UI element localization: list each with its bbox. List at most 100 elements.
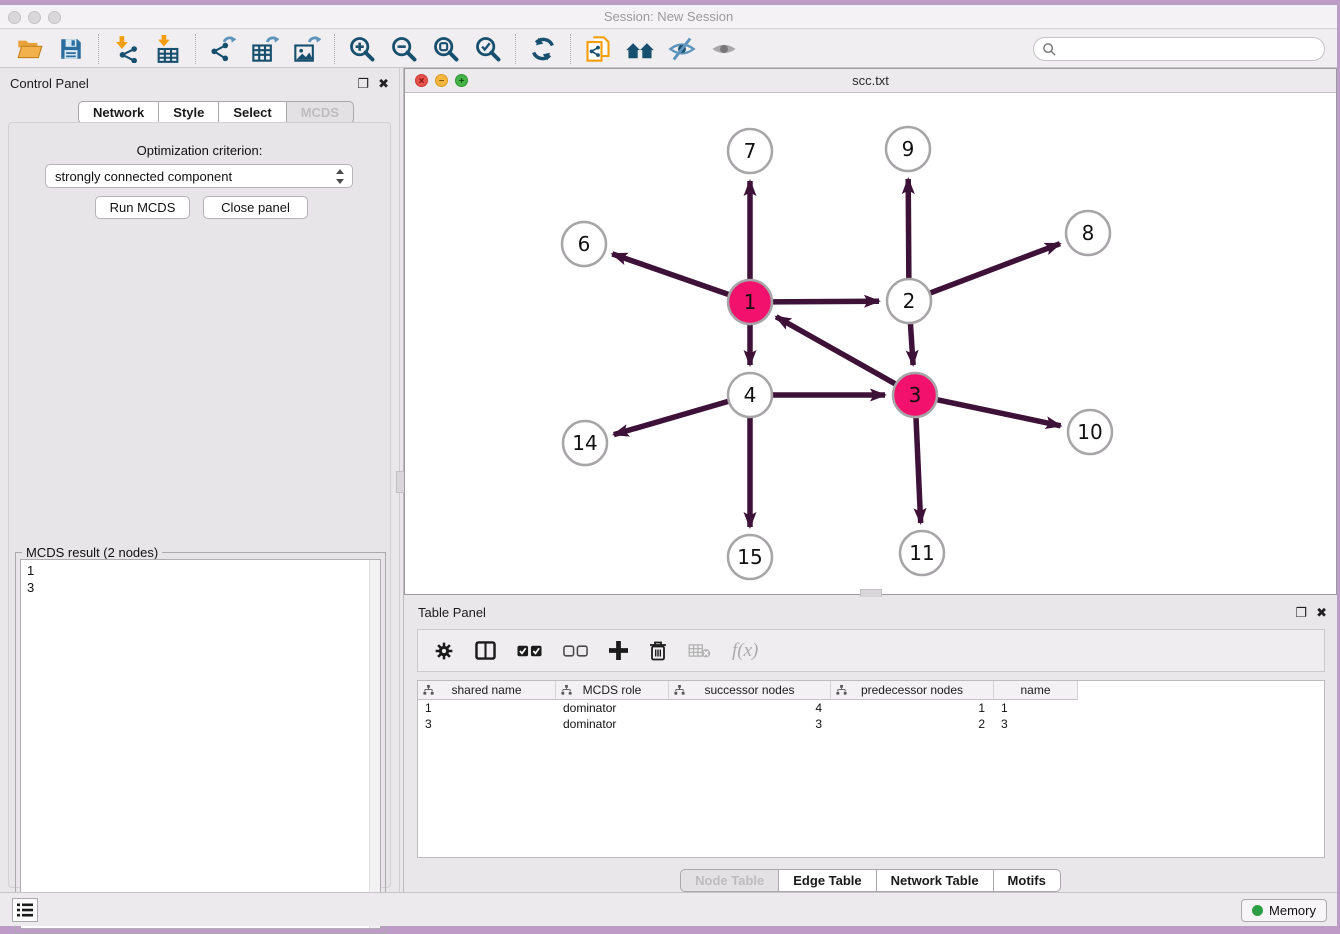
- table-settings-button[interactable]: [434, 641, 454, 661]
- refresh-icon: [529, 35, 557, 63]
- import-network-button[interactable]: [105, 32, 147, 66]
- graph-edge-2-3[interactable]: [910, 321, 913, 365]
- graph-edge-2-9[interactable]: [908, 179, 909, 281]
- table-cell[interactable]: 1: [418, 700, 556, 716]
- save-session-button[interactable]: [50, 32, 92, 66]
- list-icon: [17, 903, 33, 917]
- graph-node-3[interactable]: 3: [893, 373, 937, 417]
- graph-node-11[interactable]: 11: [900, 531, 944, 575]
- table-row[interactable]: 1 dominator 4 1 1: [418, 700, 1324, 716]
- zoom-selected-button[interactable]: [467, 32, 509, 66]
- graph-edge-1-6[interactable]: [612, 254, 731, 296]
- close-panel-button[interactable]: Close panel: [203, 196, 308, 219]
- graph-node-label: 4: [744, 383, 757, 407]
- column-header-name[interactable]: name: [994, 681, 1078, 700]
- zoom-in-button[interactable]: [341, 32, 383, 66]
- hierarchy-icon: [674, 685, 685, 696]
- table-row[interactable]: 3 dominator 3 2 3: [418, 716, 1324, 732]
- control-panel-title: Control Panel: [10, 76, 89, 91]
- graph-edge-3-11[interactable]: [916, 415, 921, 523]
- tab-mcds[interactable]: MCDS: [287, 101, 354, 124]
- table-cell[interactable]: 1: [994, 700, 1078, 716]
- task-history-button[interactable]: [12, 898, 38, 922]
- tab-style[interactable]: Style: [159, 101, 219, 124]
- column-header-mcds-role[interactable]: MCDS role: [556, 681, 669, 700]
- first-neighbors-button[interactable]: [619, 32, 661, 66]
- graph-node-15[interactable]: 15: [728, 535, 772, 579]
- hierarchy-icon: [836, 685, 847, 696]
- zoom-out-button[interactable]: [383, 32, 425, 66]
- mcds-result-textarea[interactable]: 1 3: [20, 559, 381, 929]
- export-network-button[interactable]: [202, 32, 244, 66]
- control-panel-float-button[interactable]: ❐: [357, 76, 369, 92]
- run-mcds-button[interactable]: Run MCDS: [95, 196, 190, 219]
- eye-icon: [710, 35, 738, 63]
- toolbar-separator: [515, 34, 516, 64]
- column-header-shared-name[interactable]: shared name: [418, 681, 556, 700]
- zoom-in-icon: [348, 35, 376, 63]
- network-graph[interactable]: 7 9 6 8 1 2 4 3 14 10 15 11: [405, 93, 1336, 594]
- graph-node-label: 10: [1077, 420, 1102, 444]
- graph-node-10[interactable]: 10: [1068, 410, 1112, 454]
- open-session-button[interactable]: [8, 32, 50, 66]
- gear-icon: [434, 641, 454, 661]
- graph-node-1[interactable]: 1: [728, 280, 772, 324]
- import-table-button[interactable]: [147, 32, 189, 66]
- result-scrollbar[interactable]: [369, 560, 380, 928]
- graph-edge-3-10[interactable]: [935, 399, 1061, 426]
- graph-node-label: 3: [909, 383, 922, 407]
- graph-node-4[interactable]: 4: [728, 373, 772, 417]
- table-cell[interactable]: 1: [831, 700, 994, 716]
- table-deselect-all-button[interactable]: [563, 645, 588, 657]
- graph-node-6[interactable]: 6: [562, 222, 606, 266]
- tab-edge-table[interactable]: Edge Table: [779, 869, 876, 892]
- table-add-button[interactable]: [609, 641, 628, 660]
- apply-layout-button[interactable]: [522, 32, 564, 66]
- table-cell[interactable]: 3: [669, 716, 831, 732]
- zoom-fit-button[interactable]: [425, 32, 467, 66]
- graph-node-2[interactable]: 2: [887, 279, 931, 323]
- table-split-view-button[interactable]: [475, 641, 496, 660]
- export-image-button[interactable]: [286, 32, 328, 66]
- graph-node-label: 2: [903, 289, 916, 313]
- graph-node-9[interactable]: 9: [886, 127, 930, 171]
- table-cell[interactable]: 3: [994, 716, 1078, 732]
- search-field[interactable]: [1033, 37, 1325, 61]
- table-cell[interactable]: 3: [418, 716, 556, 732]
- tab-network-table[interactable]: Network Table: [877, 869, 994, 892]
- import-network-icon: [112, 35, 140, 63]
- graph-edge-3-1[interactable]: [776, 317, 897, 385]
- table-cell[interactable]: dominator: [556, 716, 669, 732]
- plus-icon: [609, 641, 628, 660]
- tab-node-table[interactable]: Node Table: [680, 869, 779, 892]
- control-panel-close-button[interactable]: ✖: [378, 76, 389, 92]
- graph-node-14[interactable]: 14: [563, 421, 607, 465]
- column-header-successor-nodes[interactable]: successor nodes: [669, 681, 831, 700]
- graph-node-label: 15: [737, 545, 762, 569]
- table-panel-close-button[interactable]: ✖: [1316, 605, 1327, 621]
- tab-network[interactable]: Network: [78, 101, 159, 124]
- show-all-button[interactable]: [703, 32, 745, 66]
- table-cell[interactable]: 2: [831, 716, 994, 732]
- export-table-button[interactable]: [244, 32, 286, 66]
- table-panel-float-button[interactable]: ❐: [1295, 605, 1307, 621]
- graph-edge-2-8[interactable]: [928, 244, 1060, 294]
- criterion-dropdown[interactable]: strongly connected component: [45, 164, 353, 188]
- column-header-predecessor-nodes[interactable]: predecessor nodes: [831, 681, 994, 700]
- table-cell[interactable]: 4: [669, 700, 831, 716]
- tab-motifs[interactable]: Motifs: [994, 869, 1061, 892]
- graph-node-7[interactable]: 7: [728, 129, 772, 173]
- memory-button[interactable]: Memory: [1241, 899, 1327, 922]
- node-table[interactable]: shared name MCDS role successor nodes pr…: [417, 680, 1325, 858]
- search-input[interactable]: [1057, 39, 1324, 59]
- hide-selected-button[interactable]: [661, 32, 703, 66]
- table-delete-row-button[interactable]: [649, 641, 667, 661]
- table-select-all-button[interactable]: [517, 645, 542, 657]
- graph-edge-4-14[interactable]: [614, 401, 731, 435]
- clone-network-button[interactable]: [577, 32, 619, 66]
- table-toolbar: f(x): [417, 629, 1325, 672]
- graph-edge-1-2[interactable]: [770, 301, 879, 302]
- graph-node-8[interactable]: 8: [1066, 211, 1110, 255]
- tab-select[interactable]: Select: [219, 101, 286, 124]
- table-cell[interactable]: dominator: [556, 700, 669, 716]
